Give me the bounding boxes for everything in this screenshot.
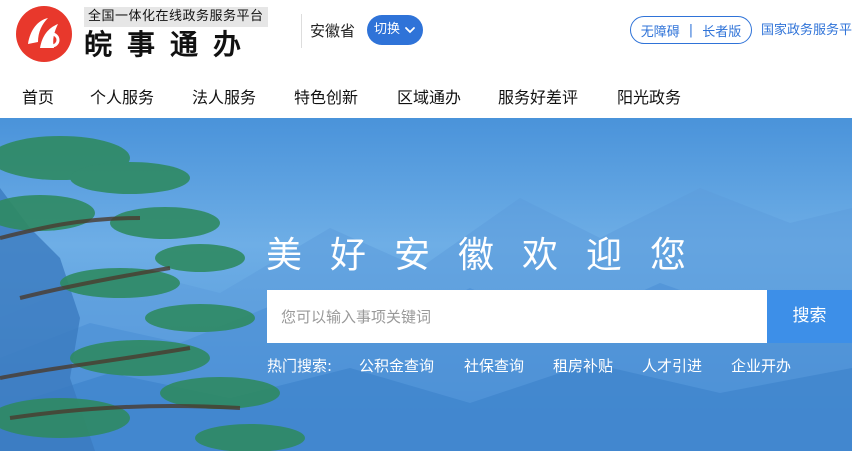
hero-banner: 美好安徽欢迎您 搜索 热门搜索: 公积金查询 社保查询 租房补贴 人才引进 企业… [0, 118, 852, 451]
nav-item-personal-services[interactable]: 个人服务 [90, 87, 154, 109]
elder-mode-link[interactable]: 长者版 [702, 21, 741, 40]
switch-label: 切换 [374, 22, 401, 37]
nav-item-open-government[interactable]: 阳光政务 [617, 87, 681, 109]
accessibility-switcher: 无障碍 | 长者版 [630, 16, 752, 44]
nav-item-regional-services[interactable]: 区域通办 [397, 87, 461, 109]
nav-item-home[interactable]: 首页 [22, 87, 54, 109]
search-button[interactable]: 搜索 [767, 290, 852, 343]
nav-item-service-evaluation[interactable]: 服务好差评 [498, 87, 578, 109]
anhui-logo-icon[interactable] [14, 4, 74, 64]
platform-tag: 全国一体化在线政务服务平台 [84, 7, 268, 27]
search-input[interactable] [267, 290, 767, 343]
header-divider [301, 14, 302, 48]
nav-item-corporate-services[interactable]: 法人服务 [192, 87, 256, 109]
hot-search-item-talent-introduction[interactable]: 人才引进 [642, 356, 702, 376]
accessibility-link[interactable]: 无障碍 [641, 21, 680, 40]
brand-name: 皖事通办 [84, 28, 257, 61]
chevron-down-icon [405, 27, 415, 34]
hot-search-item-housing-fund[interactable]: 公积金查询 [359, 356, 434, 376]
hot-search-label: 热门搜索: [267, 357, 333, 375]
main-nav: 首页 个人服务 法人服务 特色创新 区域通办 服务好差评 阳光政务 [0, 78, 852, 118]
pill-separator: | [688, 22, 694, 38]
hero-background-image [0, 136, 852, 451]
top-header: 全国一体化在线政务服务平台 皖事通办 安徽省 切换 无障碍 | 长者版 国家政务… [0, 0, 852, 78]
hot-search-item-social-security[interactable]: 社保查询 [464, 356, 524, 376]
nav-item-featured-innovation[interactable]: 特色创新 [294, 87, 358, 109]
welcome-slogan: 美好安徽欢迎您 [266, 235, 715, 276]
switch-region-button[interactable]: 切换 [367, 15, 423, 45]
province-name: 安徽省 [310, 22, 356, 40]
hot-search-item-business-setup[interactable]: 企业开办 [731, 356, 791, 376]
hot-search-item-rent-subsidy[interactable]: 租房补贴 [553, 356, 613, 376]
national-platform-link[interactable]: 国家政务服务平台 [761, 22, 852, 40]
